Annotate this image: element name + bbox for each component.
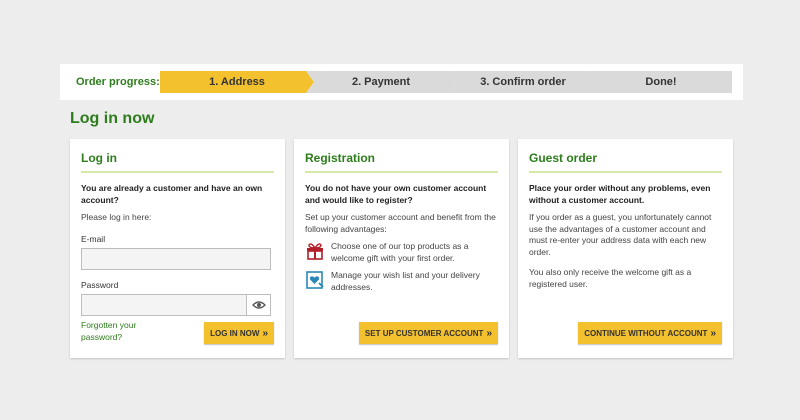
forgot-password-link[interactable]: Forgotten your password? (81, 320, 171, 343)
eye-icon (251, 300, 266, 309)
step-confirm-order: 3. Confirm order (448, 71, 598, 93)
order-progress-bar: Order progress: 1. Address 2. Payment 3.… (60, 64, 743, 100)
double-chevron-right-icon: » (710, 327, 716, 339)
email-field[interactable] (81, 247, 271, 270)
step-address: 1. Address (160, 71, 314, 93)
login-title: Log in (81, 139, 274, 173)
continue-without-account-button-label: CONTINUE WITHOUT ACCOUNT (584, 328, 708, 338)
page-title: Log in now (70, 110, 155, 127)
advantage-text: Choose one of our top products as a welc… (331, 241, 469, 263)
login-card: Log in You are already a customer and ha… (70, 139, 285, 358)
double-chevron-right-icon: » (262, 327, 268, 339)
gift-icon (307, 243, 323, 260)
set-up-account-button-label: SET UP CUSTOMER ACCOUNT (364, 328, 484, 338)
log-in-button-label: LOG IN NOW (210, 328, 260, 338)
advantage-text: Manage your wish list and your delivery … (331, 270, 480, 292)
set-up-account-button[interactable]: SET UP CUSTOMER ACCOUNT » (358, 322, 498, 344)
guest-order-card: Guest order Place your order without any… (518, 139, 733, 358)
registration-title: Registration (305, 139, 498, 173)
step-done: Done! (590, 71, 732, 93)
password-field[interactable] (81, 293, 247, 316)
order-progress-label: Order progress: (76, 76, 160, 88)
advantage-item: Choose one of our top products as a welc… (305, 241, 498, 264)
login-hint: Please log in here: (81, 212, 152, 222)
registration-intro: Set up your customer account and benefit… (305, 212, 496, 234)
double-chevron-right-icon: » (486, 327, 492, 339)
wishlist-icon (306, 271, 324, 289)
login-lead: You are already a customer and have an o… (81, 183, 263, 205)
password-label: Password (81, 279, 119, 290)
registration-card: Registration You do not have your own cu… (294, 139, 509, 358)
guest-order-title: Guest order (529, 139, 722, 173)
advantage-item: Manage your wish list and your delivery … (305, 270, 498, 293)
password-field-group (81, 293, 271, 316)
continue-without-account-button[interactable]: CONTINUE WITHOUT ACCOUNT » (578, 322, 722, 344)
log-in-button[interactable]: LOG IN NOW » (204, 322, 274, 344)
guest-order-note: You also only receive the welcome gift a… (529, 267, 692, 289)
guest-order-lead: Place your order without any problems, e… (529, 183, 711, 205)
show-password-button[interactable] (247, 293, 271, 316)
step-payment: 2. Payment (306, 71, 456, 93)
email-label: E-mail (81, 233, 106, 244)
registration-lead: You do not have your own customer accoun… (305, 183, 487, 205)
guest-order-text: If you order as a guest, you unfortunate… (529, 212, 712, 257)
